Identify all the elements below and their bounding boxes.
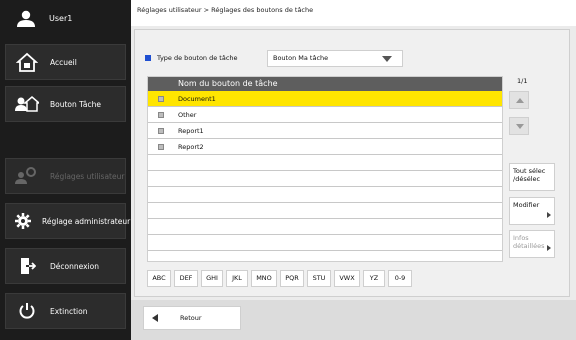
task-label: Bouton Tâche: [50, 99, 101, 109]
task-button-list: Nom du bouton de tâche Document1 Other R…: [147, 76, 503, 262]
breadcrumb: Réglages utilisateur > Réglages des bout…: [131, 0, 576, 26]
details-button[interactable]: Infos détaillées: [509, 230, 555, 258]
list-header: Nom du bouton de tâche: [148, 77, 502, 91]
alpha-key[interactable]: GHI: [201, 270, 223, 287]
alpha-key[interactable]: VWX: [334, 270, 360, 287]
shutdown-button[interactable]: Extinction: [5, 293, 126, 329]
user-settings-label: Réglages utilisateur: [50, 171, 125, 181]
page-indicator: 1/1: [517, 77, 528, 85]
user-name: User1: [49, 14, 73, 23]
task-icon: [14, 91, 40, 117]
user-settings-icon: [14, 163, 40, 189]
details-label-1: Infos: [513, 234, 529, 242]
logout-button[interactable]: Déconnexion: [5, 248, 126, 284]
select-all-button[interactable]: Tout sélec /désélec: [509, 163, 555, 191]
alpha-key[interactable]: MNO: [251, 270, 277, 287]
alpha-key[interactable]: YZ: [363, 270, 385, 287]
back-arrow-icon: [152, 314, 158, 322]
list-item-label: Report2: [178, 143, 204, 151]
task-type-value: Bouton Ma tâche: [273, 54, 329, 62]
chevron-down-icon: [382, 56, 392, 62]
admin-settings-label: Réglage administrateur: [42, 216, 131, 226]
alpha-key[interactable]: STU: [307, 270, 331, 287]
alpha-key[interactable]: 0-9: [388, 270, 412, 287]
empty-row: [148, 171, 502, 187]
list-item-label: Document1: [178, 95, 216, 103]
alpha-key[interactable]: PQR: [280, 270, 304, 287]
empty-row: [148, 203, 502, 219]
deselect-label: /désélec: [513, 175, 541, 183]
empty-row: [148, 155, 502, 171]
list-item[interactable]: Other: [148, 107, 502, 123]
empty-row: [148, 235, 502, 251]
checkbox[interactable]: [158, 144, 164, 150]
alpha-key[interactable]: JKL: [226, 270, 248, 287]
alpha-key[interactable]: DEF: [174, 270, 198, 287]
list-item[interactable]: Report2: [148, 139, 502, 155]
empty-row: [148, 187, 502, 203]
modify-button[interactable]: Modifier: [509, 197, 555, 225]
user-settings-button[interactable]: Réglages utilisateur: [5, 158, 126, 194]
main-content: Réglages utilisateur > Réglages des bout…: [131, 0, 576, 340]
task-type-select[interactable]: Bouton Ma tâche: [267, 50, 403, 67]
modify-label: Modifier: [513, 201, 540, 209]
chevron-down-icon: [516, 124, 524, 129]
back-label: Retour: [180, 314, 202, 322]
task-type-label-row: Type de bouton de tâche: [145, 54, 238, 62]
admin-settings-button[interactable]: Réglage administrateur: [5, 203, 130, 239]
list-item[interactable]: Report1: [148, 123, 502, 139]
list-item[interactable]: Document1: [148, 91, 502, 107]
home-icon: [14, 49, 40, 75]
task-type-label: Type de bouton de tâche: [157, 54, 238, 62]
list-item-label: Other: [178, 111, 197, 119]
logout-label: Déconnexion: [50, 261, 99, 271]
chevron-up-icon: [516, 98, 524, 103]
home-button[interactable]: Accueil: [5, 44, 126, 80]
logout-icon: [14, 253, 40, 279]
scroll-down-button[interactable]: [509, 117, 529, 135]
task-button[interactable]: Bouton Tâche: [5, 86, 126, 122]
home-label: Accueil: [50, 57, 77, 67]
checkbox[interactable]: [158, 112, 164, 118]
alphabet-filter: ABC DEF GHI JKL MNO PQR STU VWX YZ 0-9: [147, 270, 415, 287]
alpha-key[interactable]: ABC: [147, 270, 171, 287]
chevron-right-icon: [547, 212, 551, 218]
checkbox[interactable]: [158, 96, 164, 102]
shutdown-label: Extinction: [50, 306, 88, 316]
select-all-label: Tout sélec: [513, 167, 546, 175]
bullet-icon: [145, 55, 151, 61]
gear-icon: [14, 208, 32, 234]
scroll-up-button[interactable]: [509, 91, 529, 109]
details-label-2: détaillées: [513, 242, 545, 250]
user-icon: [13, 6, 39, 32]
list-item-label: Report1: [178, 127, 204, 135]
back-button[interactable]: Retour: [143, 306, 241, 330]
checkbox[interactable]: [158, 128, 164, 134]
empty-row: [148, 219, 502, 235]
sidebar: User1 Accueil Bouton Tâche Réglages util…: [0, 0, 131, 340]
power-icon: [14, 298, 40, 324]
user-info: User1: [5, 2, 126, 35]
chevron-right-icon: [547, 245, 551, 251]
